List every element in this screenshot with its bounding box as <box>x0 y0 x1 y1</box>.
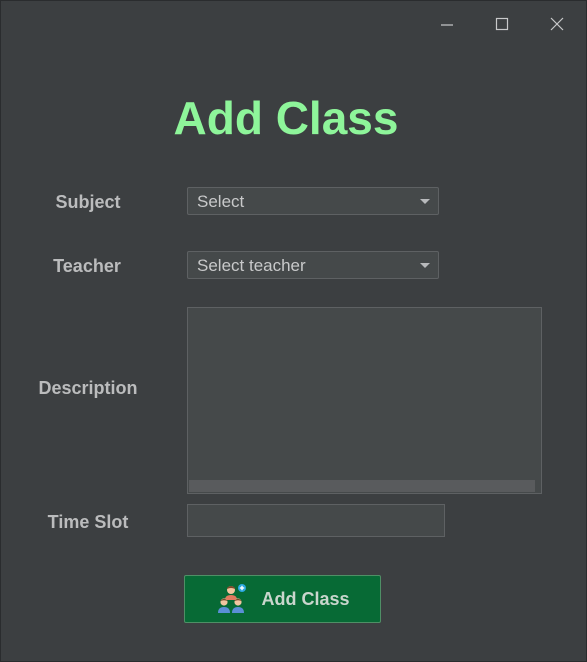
add-class-window: Add Class Subject Select Teacher Select … <box>0 0 587 662</box>
page-title: Add Class <box>173 92 399 144</box>
add-class-button[interactable]: Add Class <box>184 575 381 623</box>
close-icon <box>550 17 564 31</box>
description-textarea[interactable] <box>187 307 542 494</box>
horizontal-scrollbar[interactable] <box>189 480 535 492</box>
chevron-down-icon <box>420 199 430 204</box>
chevron-down-icon <box>420 263 430 268</box>
add-group-icon <box>218 584 247 613</box>
time-slot-input[interactable] <box>187 504 445 537</box>
maximize-icon <box>495 17 509 31</box>
description-label: Description <box>38 378 138 398</box>
maximize-button[interactable] <box>486 9 518 39</box>
subject-select[interactable]: Select <box>187 187 439 215</box>
add-class-button-label: Add Class <box>261 588 350 609</box>
teacher-select-value: Select teacher <box>197 256 306 275</box>
minimize-button[interactable] <box>431 9 463 39</box>
close-button[interactable] <box>541 9 573 39</box>
subject-label: Subject <box>55 192 121 212</box>
time-slot-label: Time Slot <box>47 512 129 532</box>
teacher-select[interactable]: Select teacher <box>187 251 439 279</box>
subject-select-value: Select <box>197 192 245 211</box>
teacher-label: Teacher <box>53 256 121 276</box>
minimize-icon <box>441 24 453 26</box>
